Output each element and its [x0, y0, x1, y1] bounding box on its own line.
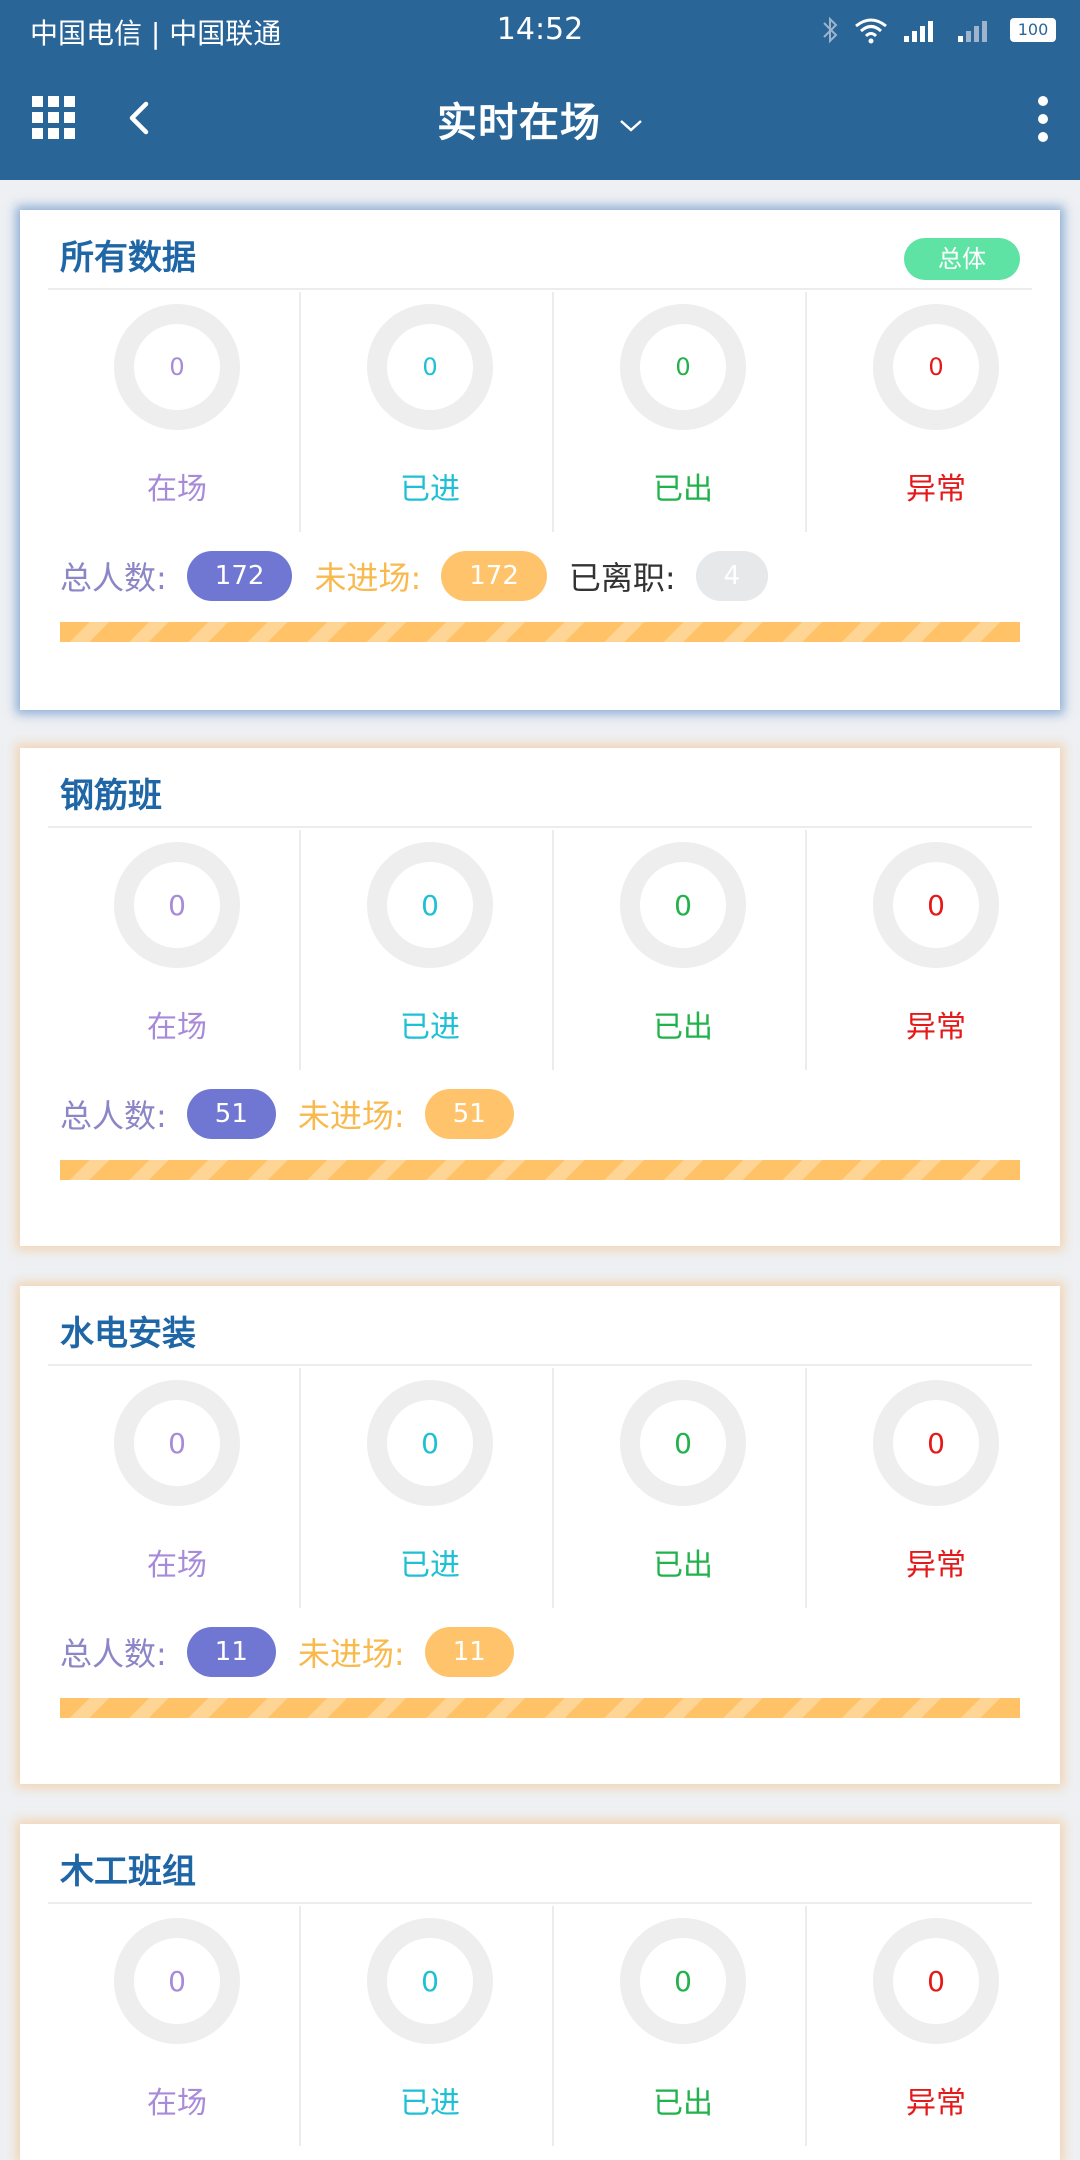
total-label: 总人数:	[60, 1635, 167, 1673]
on-site-label: 在场	[147, 1010, 207, 1045]
stat-exited: 0 已出	[554, 1906, 808, 2146]
card-title: 木工班组	[60, 1852, 196, 1892]
divider	[48, 1902, 1032, 1904]
on-site-label: 在场	[147, 472, 207, 507]
entered-label: 已进	[400, 2086, 461, 2121]
progress-stripe	[60, 622, 1020, 642]
on-site-count: 0	[114, 1380, 240, 1506]
stats-row: 0 在场 0 已进 0 已出 0 异常	[48, 1368, 1060, 1608]
total-label: 总人数:	[60, 559, 167, 597]
wifi-icon	[855, 18, 887, 44]
stat-exited: 0 已出	[554, 830, 808, 1070]
not-entered-label: 未进场:	[314, 559, 422, 597]
exited-label: 已出	[653, 2086, 714, 2121]
group-card-all[interactable]: 所有数据 总体 0 在场 0 已进 0 已出 0 异常 总人数: 172 未进场…	[20, 210, 1060, 710]
abnormal-count: 0	[873, 1918, 1000, 2044]
group-card-plumbing[interactable]: 水电安装 0 在场 0 已进 0 已出 0 异常 总人数: 11 未进场: 11	[20, 1286, 1060, 1784]
stat-entered: 0 已进	[301, 1906, 555, 2146]
stat-abnormal: 0 异常	[807, 830, 1060, 1070]
summary-row: 总人数: 11 未进场: 11	[60, 1626, 536, 1678]
abnormal-count: 0	[873, 304, 1000, 430]
on-site-count: 0	[114, 1918, 240, 2044]
entered-count: 0	[367, 304, 494, 430]
card-title: 钢筋班	[60, 776, 162, 816]
stat-entered: 0 已进	[301, 830, 555, 1070]
signal-weak-icon	[958, 21, 987, 42]
progress-stripe	[60, 1160, 1020, 1180]
battery-icon: 100	[1010, 18, 1056, 42]
not-entered-pill: 11	[424, 1627, 514, 1677]
divider	[48, 288, 1032, 290]
stat-on-site: 0 在场	[48, 830, 302, 1070]
stat-exited: 0 已出	[554, 1368, 808, 1608]
signal-icon	[904, 21, 933, 42]
entered-label: 已进	[400, 1548, 461, 1583]
entered-count: 0	[367, 842, 494, 968]
abnormal-count: 0	[873, 1380, 1000, 1506]
stat-on-site: 0 在场	[48, 1906, 302, 2146]
abnormal-count: 0	[873, 842, 1000, 968]
status-bar: 中国电信 | 中国联通 14:52 100	[0, 0, 1080, 60]
entered-count: 0	[367, 1918, 494, 2044]
group-card-rebar[interactable]: 钢筋班 0 在场 0 已进 0 已出 0 异常 总人数: 51 未进场: 51	[20, 748, 1060, 1246]
chevron-down-icon	[620, 120, 642, 132]
total-count-pill: 172	[186, 551, 293, 601]
status-icons: 100	[820, 12, 1056, 48]
resigned-label: 已离职:	[568, 559, 676, 597]
exited-count: 0	[620, 842, 747, 968]
card-title: 水电安装	[60, 1314, 196, 1354]
stat-abnormal: 0 异常	[807, 292, 1060, 532]
total-count-pill: 11	[186, 1627, 276, 1677]
entered-label: 已进	[400, 472, 461, 507]
exited-count: 0	[620, 1380, 747, 1506]
exited-label: 已出	[653, 1010, 714, 1045]
stat-exited: 0 已出	[554, 292, 808, 532]
abnormal-label: 异常	[906, 2086, 967, 2121]
not-entered-label: 未进场:	[297, 1097, 405, 1135]
group-card-carpentry[interactable]: 木工班组 0 在场 0 已进 0 已出 0 异常	[20, 1824, 1060, 2160]
stat-on-site: 0 在场	[48, 1368, 302, 1608]
entered-label: 已进	[400, 1010, 461, 1045]
page-title: 实时在场	[437, 100, 601, 146]
not-entered-pill: 51	[424, 1089, 514, 1139]
app-bar: 实时在场	[0, 60, 1080, 180]
page-title-dropdown[interactable]: 实时在场	[0, 90, 1080, 148]
total-label: 总人数:	[60, 1097, 167, 1135]
stats-row: 0 在场 0 已进 0 已出 0 异常	[48, 292, 1060, 532]
more-options-icon[interactable]	[1036, 94, 1050, 144]
stat-entered: 0 已进	[301, 292, 555, 532]
stat-on-site: 0 在场	[48, 292, 302, 532]
not-entered-label: 未进场:	[297, 1635, 405, 1673]
divider	[48, 826, 1032, 828]
stats-row: 0 在场 0 已进 0 已出 0 异常	[48, 830, 1060, 1070]
abnormal-label: 异常	[906, 472, 967, 507]
on-site-label: 在场	[147, 2086, 207, 2121]
total-count-pill: 51	[186, 1089, 276, 1139]
overall-badge: 总体	[904, 238, 1020, 280]
stats-row: 0 在场 0 已进 0 已出 0 异常	[48, 1906, 1060, 2146]
summary-row: 总人数: 172 未进场: 172 已离职: 4	[60, 550, 790, 602]
on-site-count: 0	[114, 842, 240, 968]
bluetooth-icon	[823, 16, 838, 44]
stat-abnormal: 0 异常	[807, 1906, 1060, 2146]
exited-count: 0	[620, 304, 747, 430]
exited-label: 已出	[653, 472, 714, 507]
stat-entered: 0 已进	[301, 1368, 555, 1608]
not-entered-pill: 172	[441, 551, 547, 601]
exited-label: 已出	[653, 1548, 714, 1583]
exited-count: 0	[620, 1918, 747, 2044]
abnormal-label: 异常	[906, 1010, 967, 1045]
resigned-pill: 4	[695, 551, 769, 601]
divider	[48, 1364, 1032, 1366]
entered-count: 0	[367, 1380, 494, 1506]
summary-row: 总人数: 51 未进场: 51	[60, 1088, 536, 1140]
progress-stripe	[60, 1698, 1020, 1718]
on-site-count: 0	[114, 304, 240, 430]
abnormal-label: 异常	[906, 1548, 967, 1583]
stat-abnormal: 0 异常	[807, 1368, 1060, 1608]
on-site-label: 在场	[147, 1548, 207, 1583]
card-title: 所有数据	[60, 238, 196, 278]
